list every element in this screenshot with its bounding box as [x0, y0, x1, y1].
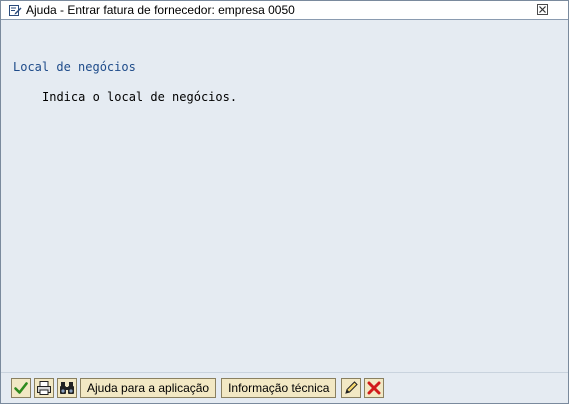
checkmark-icon	[14, 382, 28, 394]
window-title: Ajuda - Entrar fatura de fornecedor: emp…	[26, 3, 295, 17]
close-icon[interactable]	[537, 4, 548, 15]
cancel-button[interactable]	[364, 378, 385, 398]
continue-button[interactable]	[11, 378, 31, 398]
help-content: Local de negócios Indica o local de negó…	[1, 20, 568, 373]
help-description: Indica o local de negócios.	[42, 90, 238, 104]
bottom-toolbar: Ajuda para a aplicação Informação técnic…	[1, 373, 568, 403]
title-bar: Ajuda - Entrar fatura de fornecedor: emp…	[1, 1, 568, 20]
find-button[interactable]	[57, 378, 77, 398]
binoculars-icon	[60, 382, 74, 394]
tech-info-button[interactable]: Informação técnica	[221, 378, 337, 398]
print-button[interactable]	[34, 378, 54, 398]
help-window: Ajuda - Entrar fatura de fornecedor: emp…	[0, 0, 569, 404]
printer-icon	[37, 381, 51, 395]
app-help-button[interactable]: Ajuda para a aplicação	[80, 378, 217, 398]
edit-button[interactable]	[341, 378, 362, 398]
pencil-icon	[345, 381, 359, 394]
document-edit-icon	[7, 2, 23, 18]
help-heading: Local de negócios	[13, 60, 136, 74]
cancel-x-icon	[367, 381, 381, 395]
